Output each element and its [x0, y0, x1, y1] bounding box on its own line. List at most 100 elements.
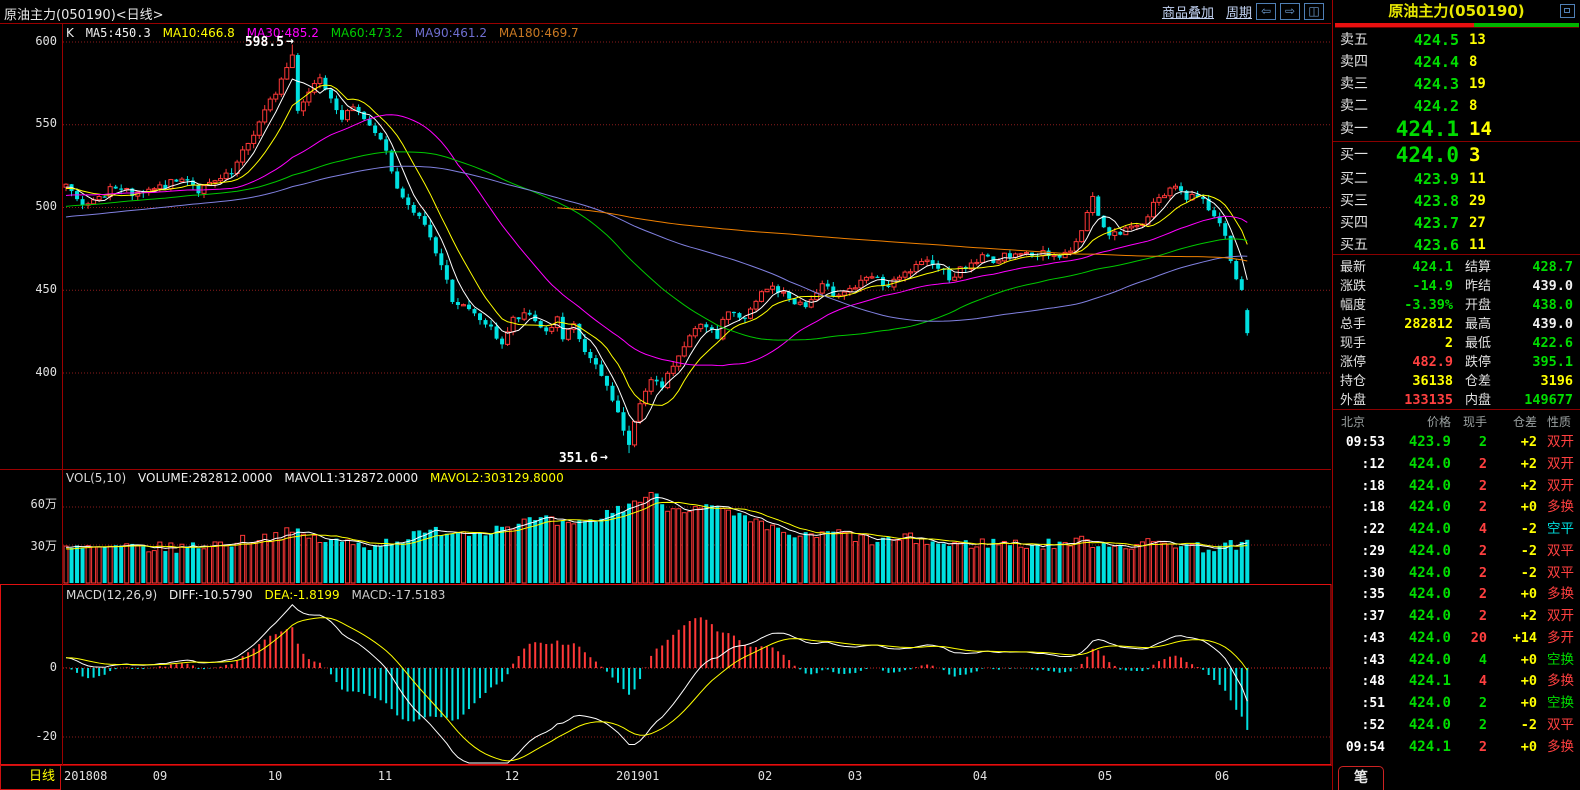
bid-row[interactable]: 买五423.611	[1333, 234, 1580, 256]
tick-time: :48	[1333, 671, 1385, 693]
level-qty: 19	[1459, 73, 1580, 95]
back-arrow-icon[interactable]: ⇦	[1256, 3, 1276, 20]
level-qty: 8	[1459, 51, 1580, 73]
tick-qty: 2	[1451, 541, 1487, 563]
tick-qty: 2	[1451, 715, 1487, 737]
bid-row[interactable]: 买一424.03	[1333, 143, 1580, 168]
ask-row[interactable]: 卖四424.48	[1333, 51, 1580, 73]
tick-row: :52424.02-2双平	[1333, 715, 1580, 737]
tick-price: 424.0	[1385, 519, 1451, 541]
ask-row[interactable]: 卖三424.319	[1333, 73, 1580, 95]
price-axis-tick: 550	[0, 116, 57, 130]
stat-row: 外盘133135内盘149677	[1333, 391, 1580, 410]
stat-label: 最低	[1453, 334, 1513, 353]
tick-row: :18424.02+2双开	[1333, 476, 1580, 498]
period-cell[interactable]: 日线	[0, 765, 61, 790]
stat-label: 最新	[1333, 258, 1383, 277]
stat-row: 涨停482.9跌停395.1	[1333, 353, 1580, 372]
tick-list[interactable]: 09:53423.92+2双开:12424.02+2双开:18424.02+2双…	[1333, 432, 1580, 759]
tick-oi-change: +0	[1487, 497, 1537, 519]
tick-nature: 多开	[1537, 628, 1580, 650]
price-chart[interactable]	[0, 23, 1332, 765]
strength-bar-green	[1474, 23, 1579, 27]
price-axis-tick: 450	[0, 282, 57, 296]
stat-value: 36138	[1383, 372, 1453, 391]
ask-row[interactable]: 卖五424.513	[1333, 29, 1580, 51]
stat-row: 最新424.1结算428.7	[1333, 258, 1580, 277]
level-price: 424.3	[1379, 73, 1459, 95]
bid-row[interactable]: 买二423.911	[1333, 168, 1580, 190]
tick-oi-change: +2	[1487, 606, 1537, 628]
tick-qty: 4	[1451, 519, 1487, 541]
x-axis-label: 02	[758, 769, 772, 783]
level-price: 423.6	[1379, 234, 1459, 256]
tick-row: :30424.02-2双平	[1333, 563, 1580, 585]
ask-row[interactable]: 卖一424.114	[1333, 117, 1580, 142]
split-window-icon[interactable]: ◫	[1304, 3, 1324, 20]
stat-value: 422.6	[1513, 334, 1580, 353]
tick-price: 424.0	[1385, 650, 1451, 672]
bid-row[interactable]: 买三423.829	[1333, 190, 1580, 212]
diff-value: DIFF:-10.5790	[169, 588, 253, 602]
tick-row: :29424.02-2双平	[1333, 541, 1580, 563]
level-qty: 13	[1459, 29, 1580, 51]
chart-title: 原油主力(050190)<日线>	[4, 4, 164, 23]
tick-time: :37	[1333, 606, 1385, 628]
x-axis-label: 03	[848, 769, 862, 783]
forward-arrow-icon[interactable]: ⇨	[1280, 3, 1300, 20]
stat-label: 幅度	[1333, 296, 1383, 315]
tick-nature: 空换	[1537, 693, 1580, 715]
tick-time: :43	[1333, 650, 1385, 672]
level-price: 423.8	[1379, 190, 1459, 212]
bid-row[interactable]: 买四423.727	[1333, 212, 1580, 234]
stat-value: 3196	[1513, 372, 1580, 391]
tick-nature: 双开	[1537, 476, 1580, 498]
low-annotation-value: 351.6	[559, 451, 598, 466]
tick-time: :12	[1333, 454, 1385, 476]
level-label: 买二	[1333, 168, 1379, 190]
tick-nature: 多换	[1537, 737, 1580, 759]
tick-price: 424.0	[1385, 584, 1451, 606]
tick-nature: 双开	[1537, 454, 1580, 476]
window-restore-icon[interactable]	[1560, 4, 1575, 18]
ma90-value: MA90:461.2	[415, 26, 487, 40]
tick-header-cell: 仓差	[1487, 413, 1537, 431]
x-axis-label: 06	[1215, 769, 1229, 783]
tick-oi-change: +2	[1487, 432, 1537, 454]
tick-time: :35	[1333, 584, 1385, 606]
stat-label: 现手	[1333, 334, 1383, 353]
level-label: 买四	[1333, 212, 1379, 234]
chart-title-bar: 原油主力(050190)<日线> 商品叠加 周期 ⇦ ⇨ ◫	[0, 0, 1332, 23]
tick-qty: 2	[1451, 476, 1487, 498]
tick-header-cell: 北京	[1333, 413, 1385, 431]
tick-oi-change: +0	[1487, 693, 1537, 715]
tick-oi-change: +14	[1487, 628, 1537, 650]
ask-row[interactable]: 卖二424.28	[1333, 95, 1580, 117]
tick-row: :35424.02+0多换	[1333, 584, 1580, 606]
level-price: 424.2	[1379, 95, 1459, 117]
macd-axis-tick: -20	[0, 729, 57, 743]
ma5-value: MA5:450.3	[86, 26, 151, 40]
tick-oi-change: +2	[1487, 476, 1537, 498]
stat-value: 424.1	[1383, 258, 1453, 277]
price-axis-tick: 500	[0, 199, 57, 213]
tick-header-cell: 性质	[1537, 413, 1580, 431]
quote-title: 原油主力(050190)	[1333, 0, 1580, 22]
volume-value: VOLUME:282812.0000	[138, 471, 272, 485]
macd-axis-tick: 0	[0, 660, 57, 674]
tick-row: :51424.02+0空换	[1333, 693, 1580, 715]
macd-label: MACD(12,26,9)	[66, 588, 157, 602]
tick-list-header: 北京价格现手仓差性质	[1333, 413, 1580, 431]
tick-price: 424.0	[1385, 563, 1451, 585]
period-link[interactable]: 周期	[1226, 2, 1252, 21]
tick-time: :30	[1333, 563, 1385, 585]
tick-qty: 2	[1451, 737, 1487, 759]
tab-tick-detail[interactable]: 笔	[1338, 766, 1384, 790]
tick-price: 424.0	[1385, 541, 1451, 563]
overlay-link[interactable]: 商品叠加	[1162, 2, 1214, 21]
tick-row: :18424.02+0多换	[1333, 497, 1580, 519]
level-price: 424.4	[1379, 51, 1459, 73]
tick-nature: 空平	[1537, 519, 1580, 541]
stat-value: -3.39%	[1383, 296, 1453, 315]
tick-row: :48424.14+0多换	[1333, 671, 1580, 693]
